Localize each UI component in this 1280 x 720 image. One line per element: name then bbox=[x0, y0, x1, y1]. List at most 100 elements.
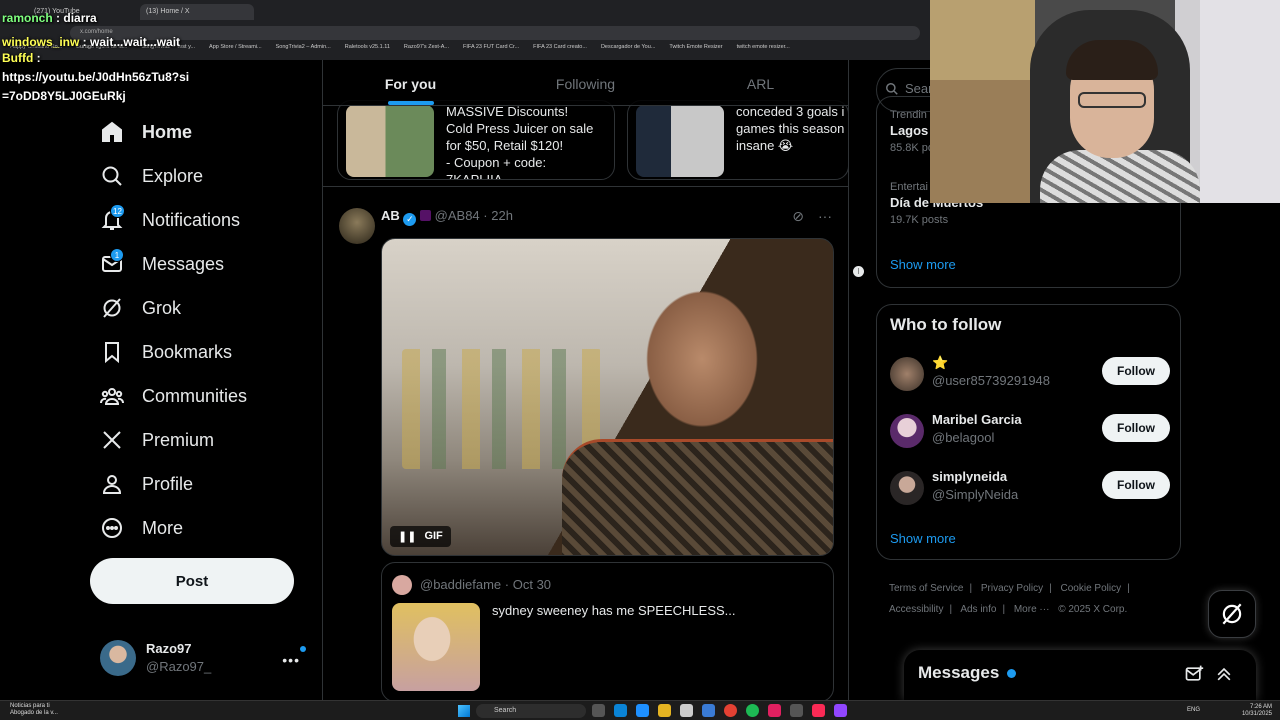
clock[interactable]: 7:26 AM 10/31/2025 bbox=[1242, 704, 1272, 718]
bookmark-item[interactable]: FIFA 23 Card creato... bbox=[533, 44, 587, 56]
taskbar-search-label: Search bbox=[494, 707, 517, 714]
tab-arl[interactable]: ARL bbox=[673, 60, 848, 105]
avatar bbox=[890, 414, 924, 448]
follow-button[interactable]: Follow bbox=[1102, 414, 1170, 442]
quote-text: sydney sweeney has me SPEECHLESS... bbox=[492, 603, 736, 618]
follow-button[interactable]: Follow bbox=[1102, 471, 1170, 499]
footer-link[interactable]: Accessibility bbox=[889, 604, 943, 615]
footer-link[interactable]: More ··· bbox=[1014, 604, 1050, 615]
app-icon[interactable] bbox=[768, 704, 781, 717]
trend-item[interactable]: Trendin Lagos 85.8K po bbox=[890, 109, 934, 154]
tweet-time[interactable]: 22h bbox=[491, 208, 513, 223]
suggestion-handle: @SimplyNeida bbox=[932, 487, 1019, 502]
nav-label: Profile bbox=[142, 473, 194, 494]
avatar bbox=[392, 575, 412, 595]
more-dots-icon[interactable]: ··· bbox=[818, 208, 832, 225]
news-widget[interactable]: Noticias para ti Abogado de la v... bbox=[10, 703, 58, 717]
nav-messages[interactable]: 1 Messages bbox=[90, 242, 320, 286]
nav-more[interactable]: More bbox=[90, 506, 320, 550]
mail-icon[interactable] bbox=[702, 704, 715, 717]
notification-badge: 12 bbox=[110, 204, 125, 218]
windows-start-icon[interactable] bbox=[458, 705, 470, 717]
nav-explore[interactable]: Explore bbox=[90, 154, 320, 198]
nav-bookmarks[interactable]: Bookmarks bbox=[90, 330, 320, 374]
address-bar[interactable]: x.com/home bbox=[70, 26, 920, 40]
nav-label: Home bbox=[142, 121, 193, 142]
twitch-icon[interactable] bbox=[834, 704, 847, 717]
nav-home[interactable]: Home bbox=[90, 110, 320, 154]
tweet-gif-media[interactable]: ❚❚ GIF bbox=[381, 238, 834, 556]
nav-label: Notifications bbox=[142, 209, 241, 230]
bookmark-item[interactable]: Descargador de You... bbox=[601, 44, 655, 56]
suggestion-name: Maribel Garcia bbox=[932, 412, 1022, 427]
bookmark-item[interactable]: App Store / Streami... bbox=[209, 44, 262, 56]
grok-floating-button[interactable] bbox=[1208, 590, 1256, 638]
gif-subject bbox=[562, 439, 833, 555]
bookmark-item[interactable]: twitch emote resizer... bbox=[737, 44, 790, 56]
show-more-link[interactable]: Show more bbox=[890, 531, 956, 546]
account-switcher[interactable]: Razo97 @Razo97_ ••• bbox=[100, 638, 310, 678]
language-indicator[interactable]: ENG bbox=[1187, 707, 1200, 713]
tweet-author-handle[interactable]: @AB84 bbox=[435, 208, 480, 223]
bookmark-item[interactable]: SongTrivia2 – Admin... bbox=[276, 44, 331, 56]
tab-following[interactable]: Following bbox=[498, 60, 673, 105]
nav-profile[interactable]: Profile bbox=[90, 462, 320, 506]
tweet-author-name[interactable]: AB bbox=[381, 208, 400, 223]
folder-icon[interactable] bbox=[658, 704, 671, 717]
panel-title: Who to follow bbox=[890, 315, 1002, 334]
tab-for-you[interactable]: For you bbox=[323, 60, 498, 105]
nav-grok[interactable]: Grok bbox=[90, 286, 320, 330]
nav-premium[interactable]: Premium bbox=[90, 418, 320, 462]
expand-up-icon[interactable] bbox=[1214, 664, 1234, 684]
follow-suggestion[interactable]: Maribel Garcia @belagool Follow bbox=[890, 412, 1170, 452]
bookmark-item[interactable]: Twitch Emote Resizer bbox=[669, 44, 722, 56]
search-icon bbox=[102, 166, 122, 186]
chat-username: ramonch bbox=[2, 11, 53, 25]
trend-count: 85.8K po bbox=[890, 142, 935, 154]
footer-link[interactable]: Terms of Service bbox=[889, 583, 963, 594]
footer-separator: | bbox=[1002, 604, 1006, 615]
task-view-icon[interactable] bbox=[592, 704, 605, 717]
show-more-link[interactable]: Show more bbox=[890, 257, 956, 272]
new-message-icon[interactable] bbox=[1184, 664, 1204, 684]
bookmark-item[interactable]: Razo97's Zest-A... bbox=[404, 44, 449, 56]
webcam-wall bbox=[1200, 0, 1280, 203]
footer-link[interactable]: Ads info bbox=[960, 604, 996, 615]
more-dots-icon[interactable]: ••• bbox=[282, 652, 300, 668]
chrome-icon[interactable] bbox=[724, 704, 737, 717]
nav-label: Messages bbox=[142, 253, 225, 274]
nav-notifications[interactable]: 12 Notifications bbox=[90, 198, 320, 242]
nav-communities[interactable]: Communities bbox=[90, 374, 320, 418]
search-icon bbox=[886, 83, 898, 95]
music-icon[interactable] bbox=[812, 704, 825, 717]
x-logo-icon bbox=[103, 431, 121, 449]
bookmark-item[interactable]: FIFA 23 FUT Card Cr... bbox=[463, 44, 519, 56]
promo-card[interactable]: MASSIVE Discounts! Cold Press Juicer on … bbox=[337, 100, 615, 180]
messages-drawer-title: Messages bbox=[918, 663, 1000, 682]
messages-drawer[interactable]: Messages bbox=[904, 650, 1256, 700]
grok-icon[interactable]: ⊘ bbox=[792, 208, 804, 225]
obs-icon[interactable] bbox=[790, 704, 803, 717]
promo-card[interactable]: conceded 3 goals i games this season ins… bbox=[627, 100, 848, 180]
post-button[interactable]: Post bbox=[90, 558, 294, 604]
quoted-tweet[interactable]: @baddiefame · Oct 30 sydney sweeney has … bbox=[381, 562, 834, 700]
grok-icon bbox=[103, 298, 121, 318]
footer-link[interactable]: Cookie Policy bbox=[1061, 583, 1122, 594]
taskbar-apps bbox=[592, 704, 847, 717]
gif-badge[interactable]: ❚❚ GIF bbox=[390, 526, 451, 547]
bookmark-item[interactable]: Raletools v25.1.11 bbox=[345, 44, 390, 56]
pause-icon[interactable]: ❚❚ bbox=[398, 530, 416, 543]
spotify-icon[interactable] bbox=[746, 704, 759, 717]
taskbar-search[interactable]: Search bbox=[476, 704, 586, 718]
follow-suggestion[interactable]: ⭐ @user85739291948 Follow bbox=[890, 355, 1170, 395]
edge-icon[interactable] bbox=[614, 704, 627, 717]
chat-message: Buffd : bbox=[2, 51, 41, 65]
separator-dot: · bbox=[504, 577, 510, 592]
avatar[interactable] bbox=[339, 208, 375, 244]
separator-dot: · bbox=[483, 208, 488, 223]
store-icon[interactable] bbox=[636, 704, 649, 717]
footer-link[interactable]: Privacy Policy bbox=[981, 583, 1043, 594]
follow-button[interactable]: Follow bbox=[1102, 357, 1170, 385]
app-icon[interactable] bbox=[680, 704, 693, 717]
follow-suggestion[interactable]: simplyneida @SimplyNeida Follow bbox=[890, 469, 1170, 509]
